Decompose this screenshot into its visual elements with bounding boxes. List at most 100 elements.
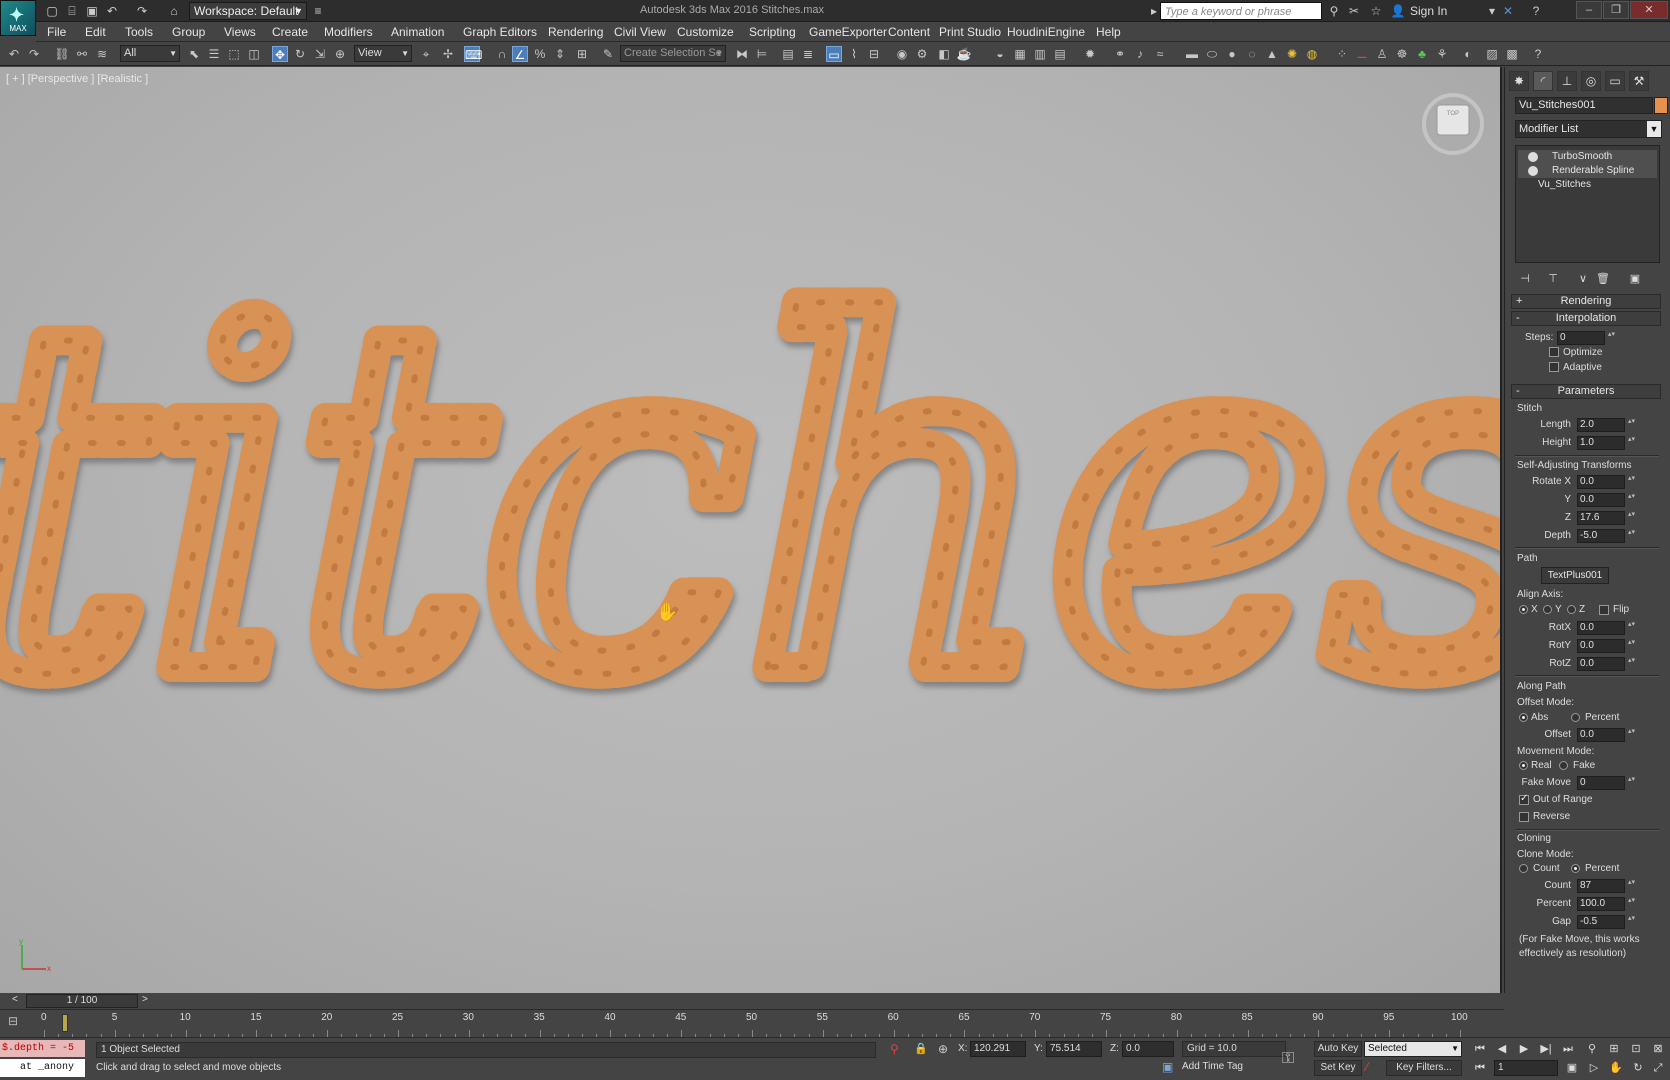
movement-fake-radio[interactable] [1559,761,1568,770]
select-rotate-icon[interactable]: ↻ [292,46,308,62]
scene-explorer-icon[interactable]: ▤ [780,46,796,62]
depth-spinner[interactable]: -5.0 [1577,529,1636,543]
zoom-extents-icon[interactable]: ⊡ [1628,1041,1644,1057]
viewcube[interactable]: TOP [1420,91,1486,157]
y-coordinate-field[interactable]: 75.514 [1046,1041,1102,1057]
mini-curve-editor-icon[interactable]: ⊟ [8,1014,18,1028]
stack-item-turbosmooth[interactable]: TurboSmooth [1518,150,1657,164]
current-frame-field[interactable]: 1 [1494,1060,1558,1076]
adaptive-checkbox[interactable] [1549,362,1559,372]
snaps-toggle-icon[interactable]: ∩ [494,46,510,62]
path-rotz-spinner[interactable]: 0.0 [1577,657,1636,671]
sun-light-icon[interactable]: ✺ [1284,46,1300,62]
menu-file[interactable]: File [47,25,66,39]
motion-tab-icon[interactable]: ◎ [1581,71,1601,91]
menu-gameexporter[interactable]: GameExporter [809,25,887,39]
out-of-range-checkbox[interactable] [1519,793,1529,805]
pin-stack-icon[interactable]: ⊣ [1517,272,1533,288]
foliage-icon[interactable]: ♣ [1414,46,1430,62]
field-of-view-icon[interactable]: ▷ [1586,1060,1602,1076]
sign-in-dropdown-icon[interactable]: ▾ [1484,3,1500,19]
optimize-checkbox[interactable] [1549,347,1559,357]
minimize-button[interactable]: – [1576,1,1602,19]
batch-render-icon[interactable]: ▨ [1484,46,1500,62]
path-rotx-spinner[interactable]: 0.0 [1577,621,1636,635]
link-icon[interactable]: ⛓ [54,46,70,62]
schematic-view-icon[interactable]: ⊟ [866,46,882,62]
infocenter-search-input[interactable]: Type a keyword or phrase [1160,2,1322,20]
favorites-star-icon[interactable]: ☆ [1368,3,1384,19]
undo-icon[interactable]: ↶ [6,46,22,62]
parameters-rollout[interactable]: - Parameters [1511,384,1661,399]
menu-content[interactable]: Content [888,25,930,39]
pan-view-icon[interactable]: ✋ [1608,1060,1624,1076]
box-primitive-icon[interactable]: ▬ [1184,46,1200,62]
render-setup-icon[interactable]: ⚙ [914,46,930,62]
layer-explorer-icon[interactable]: ≣ [800,46,816,62]
material-editor-icon[interactable]: ◉ [894,46,910,62]
movement-real-radio[interactable] [1519,761,1528,770]
stitch-height-spinner[interactable]: 1.0 [1577,436,1636,450]
select-place-icon[interactable]: ⊕ [332,46,348,62]
offset-percent-radio[interactable] [1571,713,1580,722]
zoom-all-icon[interactable]: ⊞ [1606,1041,1622,1057]
app-menu-button[interactable]: ✦ MAX [0,0,36,36]
maximize-button[interactable]: ❐ [1603,1,1629,19]
rendering-globe-icon[interactable]: ◐ [1460,46,1476,62]
reference-coordinate-dropdown[interactable]: View ▼ [354,45,412,62]
z-coordinate-field[interactable]: 0.0 [1122,1041,1174,1057]
menu-tools[interactable]: Tools [125,25,153,39]
zoom-extents-all-icon[interactable]: ⊠ [1650,1041,1666,1057]
absolute-mode-icon[interactable]: ⊕ [938,1042,948,1056]
select-scale-icon[interactable]: ⇲ [312,46,328,62]
x-coordinate-field[interactable]: 120.291 [970,1041,1026,1057]
previous-frame-icon[interactable]: ◀ [1494,1041,1510,1057]
sphere-primitive-icon[interactable]: ● [1224,46,1240,62]
modifier-list-dropdown[interactable]: Modifier List ▼ [1515,120,1662,138]
clone-percent-radio[interactable] [1571,864,1580,873]
maxscript-listener-input[interactable]: at _anony [0,1059,85,1077]
menu-group[interactable]: Group [172,25,205,39]
key-filters-button[interactable]: Key Filters... [1386,1060,1462,1076]
path-roty-spinner[interactable]: 0.0 [1577,639,1636,653]
path-pick-button[interactable]: TextPlus001 [1541,567,1609,584]
angle-snap-icon[interactable]: ∠ [512,46,528,62]
omni-light-icon[interactable]: ◍ [1304,46,1320,62]
menu-scripting[interactable]: Scripting [749,25,796,39]
bind-spacewarp-icon[interactable]: ≋ [94,46,110,62]
project-folder-icon[interactable]: ⌂ [166,3,182,19]
time-next-icon[interactable]: > [142,994,148,1005]
menu-print-studio[interactable]: Print Studio [939,25,1001,39]
keyboard-shortcut-override-icon[interactable]: ⌨ [464,46,482,62]
offset-spinner[interactable]: 0.0 [1577,728,1636,742]
binoculars-icon[interactable]: ⚲ [1326,3,1342,19]
maximize-viewport-icon[interactable]: ⤢ [1650,1060,1666,1076]
align-y-radio[interactable] [1543,605,1552,614]
auto-key-button[interactable]: Auto Key [1314,1041,1362,1057]
rotate-z-spinner[interactable]: 17.6 [1577,511,1636,525]
light-tool-icon[interactable]: ✹ [1082,46,1098,62]
interpolation-rollout[interactable]: - Interpolation [1511,311,1661,326]
redo-icon[interactable]: ↷ [26,46,42,62]
orbit-icon[interactable]: ↻ [1630,1060,1646,1076]
time-slider-thumb[interactable]: 1 / 100 [26,994,138,1008]
align-z-radio[interactable] [1567,605,1576,614]
pivot-center-icon[interactable]: ⌖ [418,46,434,62]
flip-checkbox[interactable] [1599,605,1609,615]
track-bar[interactable]: ⊟ 0 5 10 15 20 25 30 35 40 45 50 55 60 65 70 75 80 85 90 95… [0,1009,1504,1038]
menu-edit[interactable]: Edit [85,25,106,39]
set-key-button[interactable]: Set Key [1314,1060,1362,1076]
redo-icon[interactable]: ↷ [134,3,150,19]
cat-icon[interactable]: ☸ [1394,46,1410,62]
lightbulb-icon[interactable] [1528,166,1538,176]
utilities-tab-icon[interactable]: ⚒ [1629,71,1649,91]
menu-houdiniengine[interactable]: HoudiniEngine [1007,25,1085,39]
key-mode-dropdown[interactable]: Selected ▼ [1364,1041,1462,1057]
named-selection-sets-dropdown[interactable]: Create Selection Se ▼ [620,45,726,62]
workspace-dropdown[interactable]: Workspace: Default ▼ [189,2,307,20]
cylinder-primitive-icon[interactable]: ⬭ [1204,46,1220,62]
toolbar-help-icon[interactable]: ? [1530,46,1546,62]
maxscript-listener-output[interactable]: $.depth = -5 [0,1040,85,1057]
gap-spinner[interactable]: -0.5 [1577,915,1636,929]
lightbulb-icon[interactable] [1528,152,1538,162]
